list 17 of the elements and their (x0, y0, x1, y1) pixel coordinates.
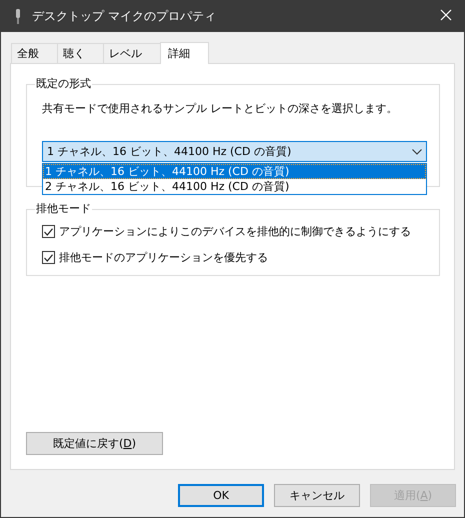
dropdown-option[interactable]: 2 チャネル、16 ビット、44100 Hz (CD の音質) (43, 179, 426, 194)
dialog-button[interactable]: キャンセル (274, 484, 360, 507)
window-title: デスクトップ マイクのプロパティ (32, 8, 216, 25)
restore-defaults-button[interactable]: 既定値に戻す(D) (26, 432, 163, 455)
checkbox-label: 排他モードのアプリケーションを優先する (59, 250, 268, 265)
tab[interactable]: 全般 (11, 43, 58, 63)
group-title: 排他モード (35, 201, 92, 216)
checkbox-label: アプリケーションによりこのデバイスを排他的に制御できるようにする (59, 224, 411, 239)
checkbox[interactable] (42, 251, 55, 264)
tab[interactable]: 詳細 (160, 42, 209, 64)
dropdown-option[interactable]: 1 チャネル、16 ビット、44100 Hz (CD の音質) (43, 164, 426, 179)
group-title: 既定の形式 (35, 76, 92, 91)
format-dropdown[interactable]: 1 チャネル、16 ビット、44100 Hz (CD の音質) (42, 141, 427, 162)
checkbox[interactable] (42, 225, 55, 238)
description-text: 共有モードで使用されるサンプル レートとビットの深さを選択します。 (42, 101, 398, 116)
dialog-button[interactable]: OK (178, 484, 264, 507)
microphone-icon (14, 9, 22, 24)
